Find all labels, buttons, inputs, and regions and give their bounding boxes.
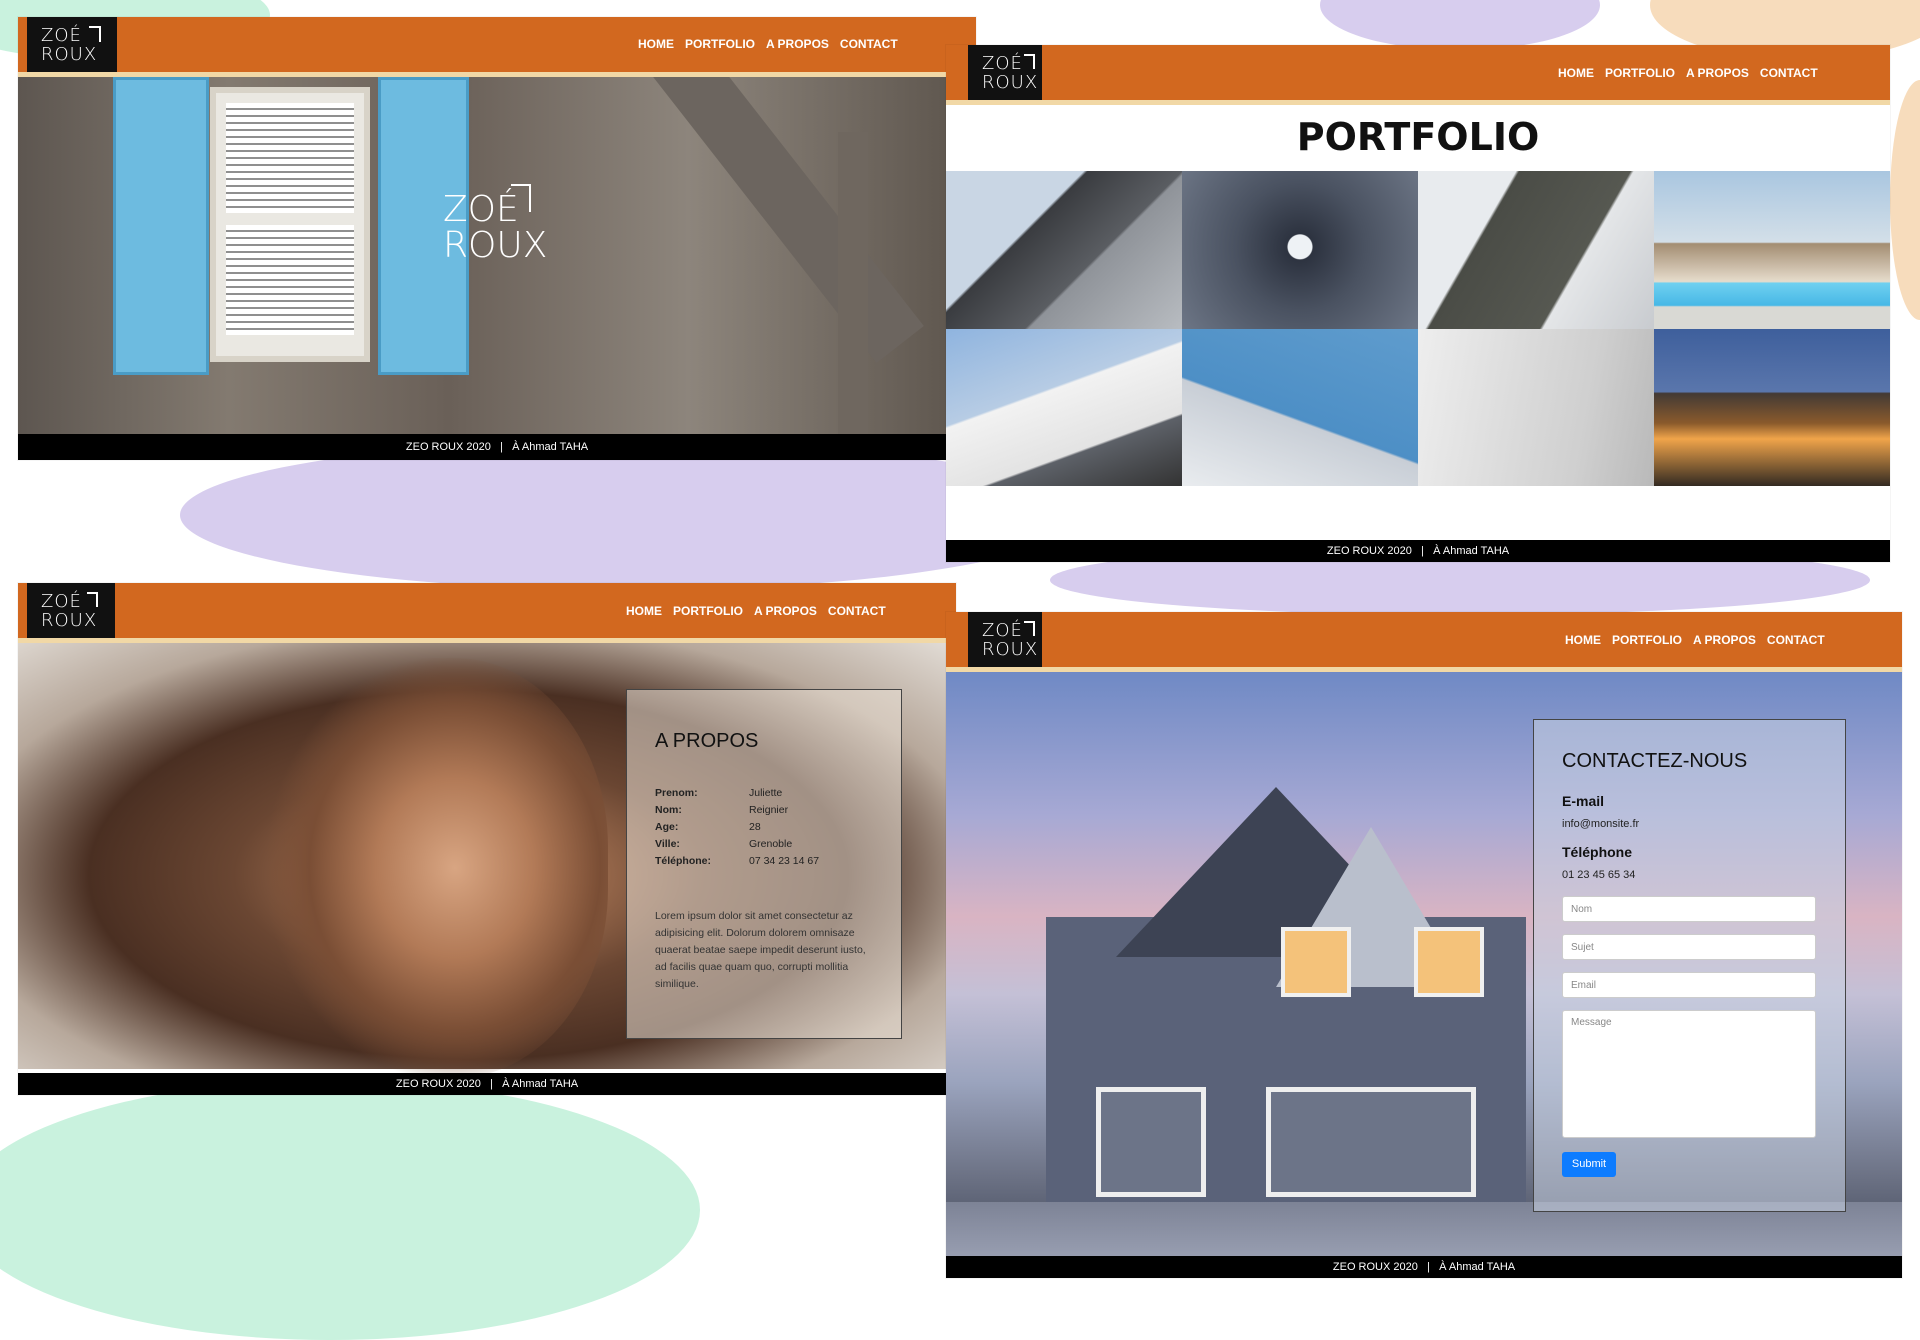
gallery-image[interactable]: [1654, 171, 1890, 329]
phone-value: 01 23 45 65 34: [1562, 869, 1636, 881]
nav-portfolio-link[interactable]: PORTFOLIO: [685, 37, 755, 51]
about-title: A PROPOS: [655, 730, 759, 752]
home-hero-photo: ZOÉ ROUX: [18, 17, 976, 442]
nav-home-link[interactable]: HOME: [626, 604, 662, 618]
name-input[interactable]: Nom: [1562, 896, 1816, 922]
page-title: PORTFOLIO: [1296, 115, 1540, 159]
footer-credit: À Ahmad TAHA: [1439, 1261, 1516, 1273]
footer: ZEO ROUX 2020 | À Ahmad TAHA: [946, 1256, 1902, 1278]
contact-card: CONTACTEZ-NOUS E-mail info@monsite.fr Té…: [1533, 719, 1846, 1212]
gallery-image[interactable]: [1418, 328, 1654, 486]
brand-logo[interactable]: ZOÉ ROUX: [27, 583, 115, 638]
footer-credit: À Ahmad TAHA: [1433, 545, 1510, 557]
hero-logo: ZOÉ ROUX: [443, 184, 547, 264]
contact-screenshot: ZOÉ ROUX HOME PORTFOLIO A PROPOS CONTACT…: [946, 612, 1902, 1278]
navbar: ZOÉ ROUX HOME PORTFOLIO A PROPOS CONTACT: [946, 45, 1890, 105]
navbar: ZOÉ ROUX HOME PORTFOLIO A PROPOS CONTACT: [946, 612, 1902, 672]
submit-button[interactable]: Submit: [1562, 1152, 1616, 1177]
brand-logo[interactable]: ZOÉ ROUX: [27, 17, 117, 72]
about-details: Prenom: Juliette Nom: Reignier Age: 28 Vill…: [655, 787, 820, 867]
email-input[interactable]: Email: [1562, 972, 1816, 998]
footer-copyright: ZEO ROUX 2020: [395, 1078, 481, 1090]
brand-logo[interactable]: ZOÉ ROUX: [968, 45, 1042, 100]
nav-contact-link[interactable]: CONTACT: [1767, 633, 1825, 647]
nav-home-link[interactable]: HOME: [1565, 633, 1601, 647]
nav-apropos-link[interactable]: A PROPOS: [1686, 66, 1749, 80]
nav-home-link[interactable]: HOME: [638, 37, 674, 51]
portfolio-screenshot: ZOÉ ROUX HOME PORTFOLIO A PROPOS CONTACT…: [946, 45, 1890, 562]
gallery-image[interactable]: [1654, 328, 1890, 486]
nav-contact-link[interactable]: CONTACT: [840, 37, 898, 51]
about-card: A PROPOS Prenom: Juliette Nom: Reignier Ag…: [626, 689, 902, 1039]
nav-contact-link[interactable]: CONTACT: [1760, 66, 1818, 80]
footer: ZEO ROUX 2020 | À Ahmad TAHA: [18, 1073, 956, 1095]
navbar: ZOÉ ROUX HOME PORTFOLIO A PROPOS CONTACT: [18, 17, 976, 77]
nav-apropos-link[interactable]: A PROPOS: [1693, 633, 1756, 647]
gallery-image[interactable]: [1418, 171, 1654, 329]
footer-copyright: ZEO ROUX 2020: [405, 441, 491, 453]
contact-title: CONTACTEZ-NOUS: [1562, 750, 1748, 772]
nav-apropos-link[interactable]: A PROPOS: [766, 37, 829, 51]
nav-home-link[interactable]: HOME: [1558, 66, 1594, 80]
footer-separator: |: [490, 1078, 493, 1090]
nav-contact-link[interactable]: CONTACT: [828, 604, 886, 618]
footer-copyright: ZEO ROUX 2020: [1332, 1261, 1418, 1273]
footer-copyright: ZEO ROUX 2020: [1326, 545, 1412, 557]
message-textarea[interactable]: Message: [1562, 1010, 1816, 1138]
subject-input[interactable]: Sujet: [1562, 934, 1816, 960]
footer-separator: |: [1427, 1261, 1430, 1273]
gallery-image[interactable]: [946, 328, 1182, 486]
footer-credit: À Ahmad TAHA: [512, 441, 589, 453]
gallery-image[interactable]: [946, 171, 1182, 329]
home-screenshot: ZOÉ ROUX ZOÉ ROUX HOME PORTFOLIO A PROPO…: [18, 17, 976, 460]
about-screenshot: ZOÉ ROUX HOME PORTFOLIO A PROPOS CONTACT…: [18, 583, 956, 1095]
email-label: E-mail: [1562, 793, 1605, 809]
footer: ZEO ROUX 2020 | À Ahmad TAHA: [946, 540, 1890, 562]
nav-portfolio-link[interactable]: PORTFOLIO: [1612, 633, 1682, 647]
nav-portfolio-link[interactable]: PORTFOLIO: [1605, 66, 1675, 80]
brand-logo[interactable]: ZOÉ ROUX: [968, 612, 1042, 667]
footer-separator: |: [500, 441, 503, 453]
footer: ZEO ROUX 2020 | À Ahmad TAHA: [18, 434, 976, 460]
navbar: ZOÉ ROUX HOME PORTFOLIO A PROPOS CONTACT: [18, 583, 956, 643]
phone-label: Téléphone: [1562, 844, 1633, 860]
gallery-image[interactable]: [1182, 171, 1418, 329]
email-value: info@monsite.fr: [1562, 818, 1640, 830]
footer-separator: |: [1421, 545, 1424, 557]
gallery-image[interactable]: [1182, 328, 1418, 486]
about-bio: Lorem ipsum dolor sit amet consectetur a…: [655, 910, 866, 990]
portfolio-gallery: [946, 171, 1890, 486]
nav-apropos-link[interactable]: A PROPOS: [754, 604, 817, 618]
nav-portfolio-link[interactable]: PORTFOLIO: [673, 604, 743, 618]
footer-credit: À Ahmad TAHA: [502, 1078, 579, 1090]
